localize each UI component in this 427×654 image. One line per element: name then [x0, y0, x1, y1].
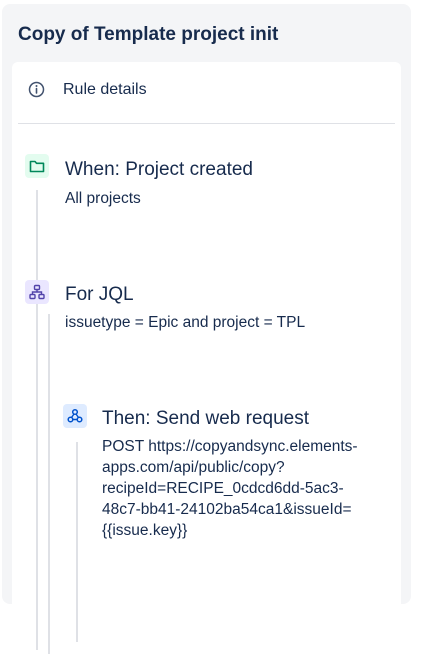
request-line: apps.com/api/public/copy? — [102, 459, 285, 476]
folder-icon — [25, 154, 49, 178]
branch-title: For JQL — [65, 284, 134, 305]
request-line: recipeId=RECIPE_0cdcd6dd-5ac3- — [102, 480, 344, 497]
action-connector-line — [76, 442, 78, 642]
trigger-subtitle: All projects — [65, 190, 141, 207]
request-line: POST https://copyandsync.elements- — [102, 438, 358, 455]
branch-subtitle: issuetype = Epic and project = TPL — [65, 314, 306, 331]
request-line: 48c7-bb41-24102ba54ca1&issueId= — [102, 501, 352, 518]
branch-connector-line — [48, 314, 50, 654]
divider — [18, 123, 395, 124]
request-line: {{issue.key}} — [102, 522, 188, 539]
rule-details-item[interactable]: Rule details — [12, 62, 401, 120]
trigger-connector-line — [36, 190, 38, 650]
branch-icon — [25, 280, 49, 304]
rule-panel: Copy of Template project init Rule detai… — [2, 4, 411, 654]
webhook-icon — [63, 404, 87, 428]
trigger-title: When: Project created — [65, 159, 253, 180]
rule-title: Copy of Template project init — [18, 24, 279, 45]
rule-details-label: Rule details — [63, 81, 147, 98]
action-request-details: POST https://copyandsync.elements- apps.… — [102, 436, 358, 541]
info-icon — [28, 81, 45, 98]
action-title: Then: Send web request — [102, 408, 310, 429]
rule-card: Rule details When: Project created All p… — [12, 62, 401, 654]
